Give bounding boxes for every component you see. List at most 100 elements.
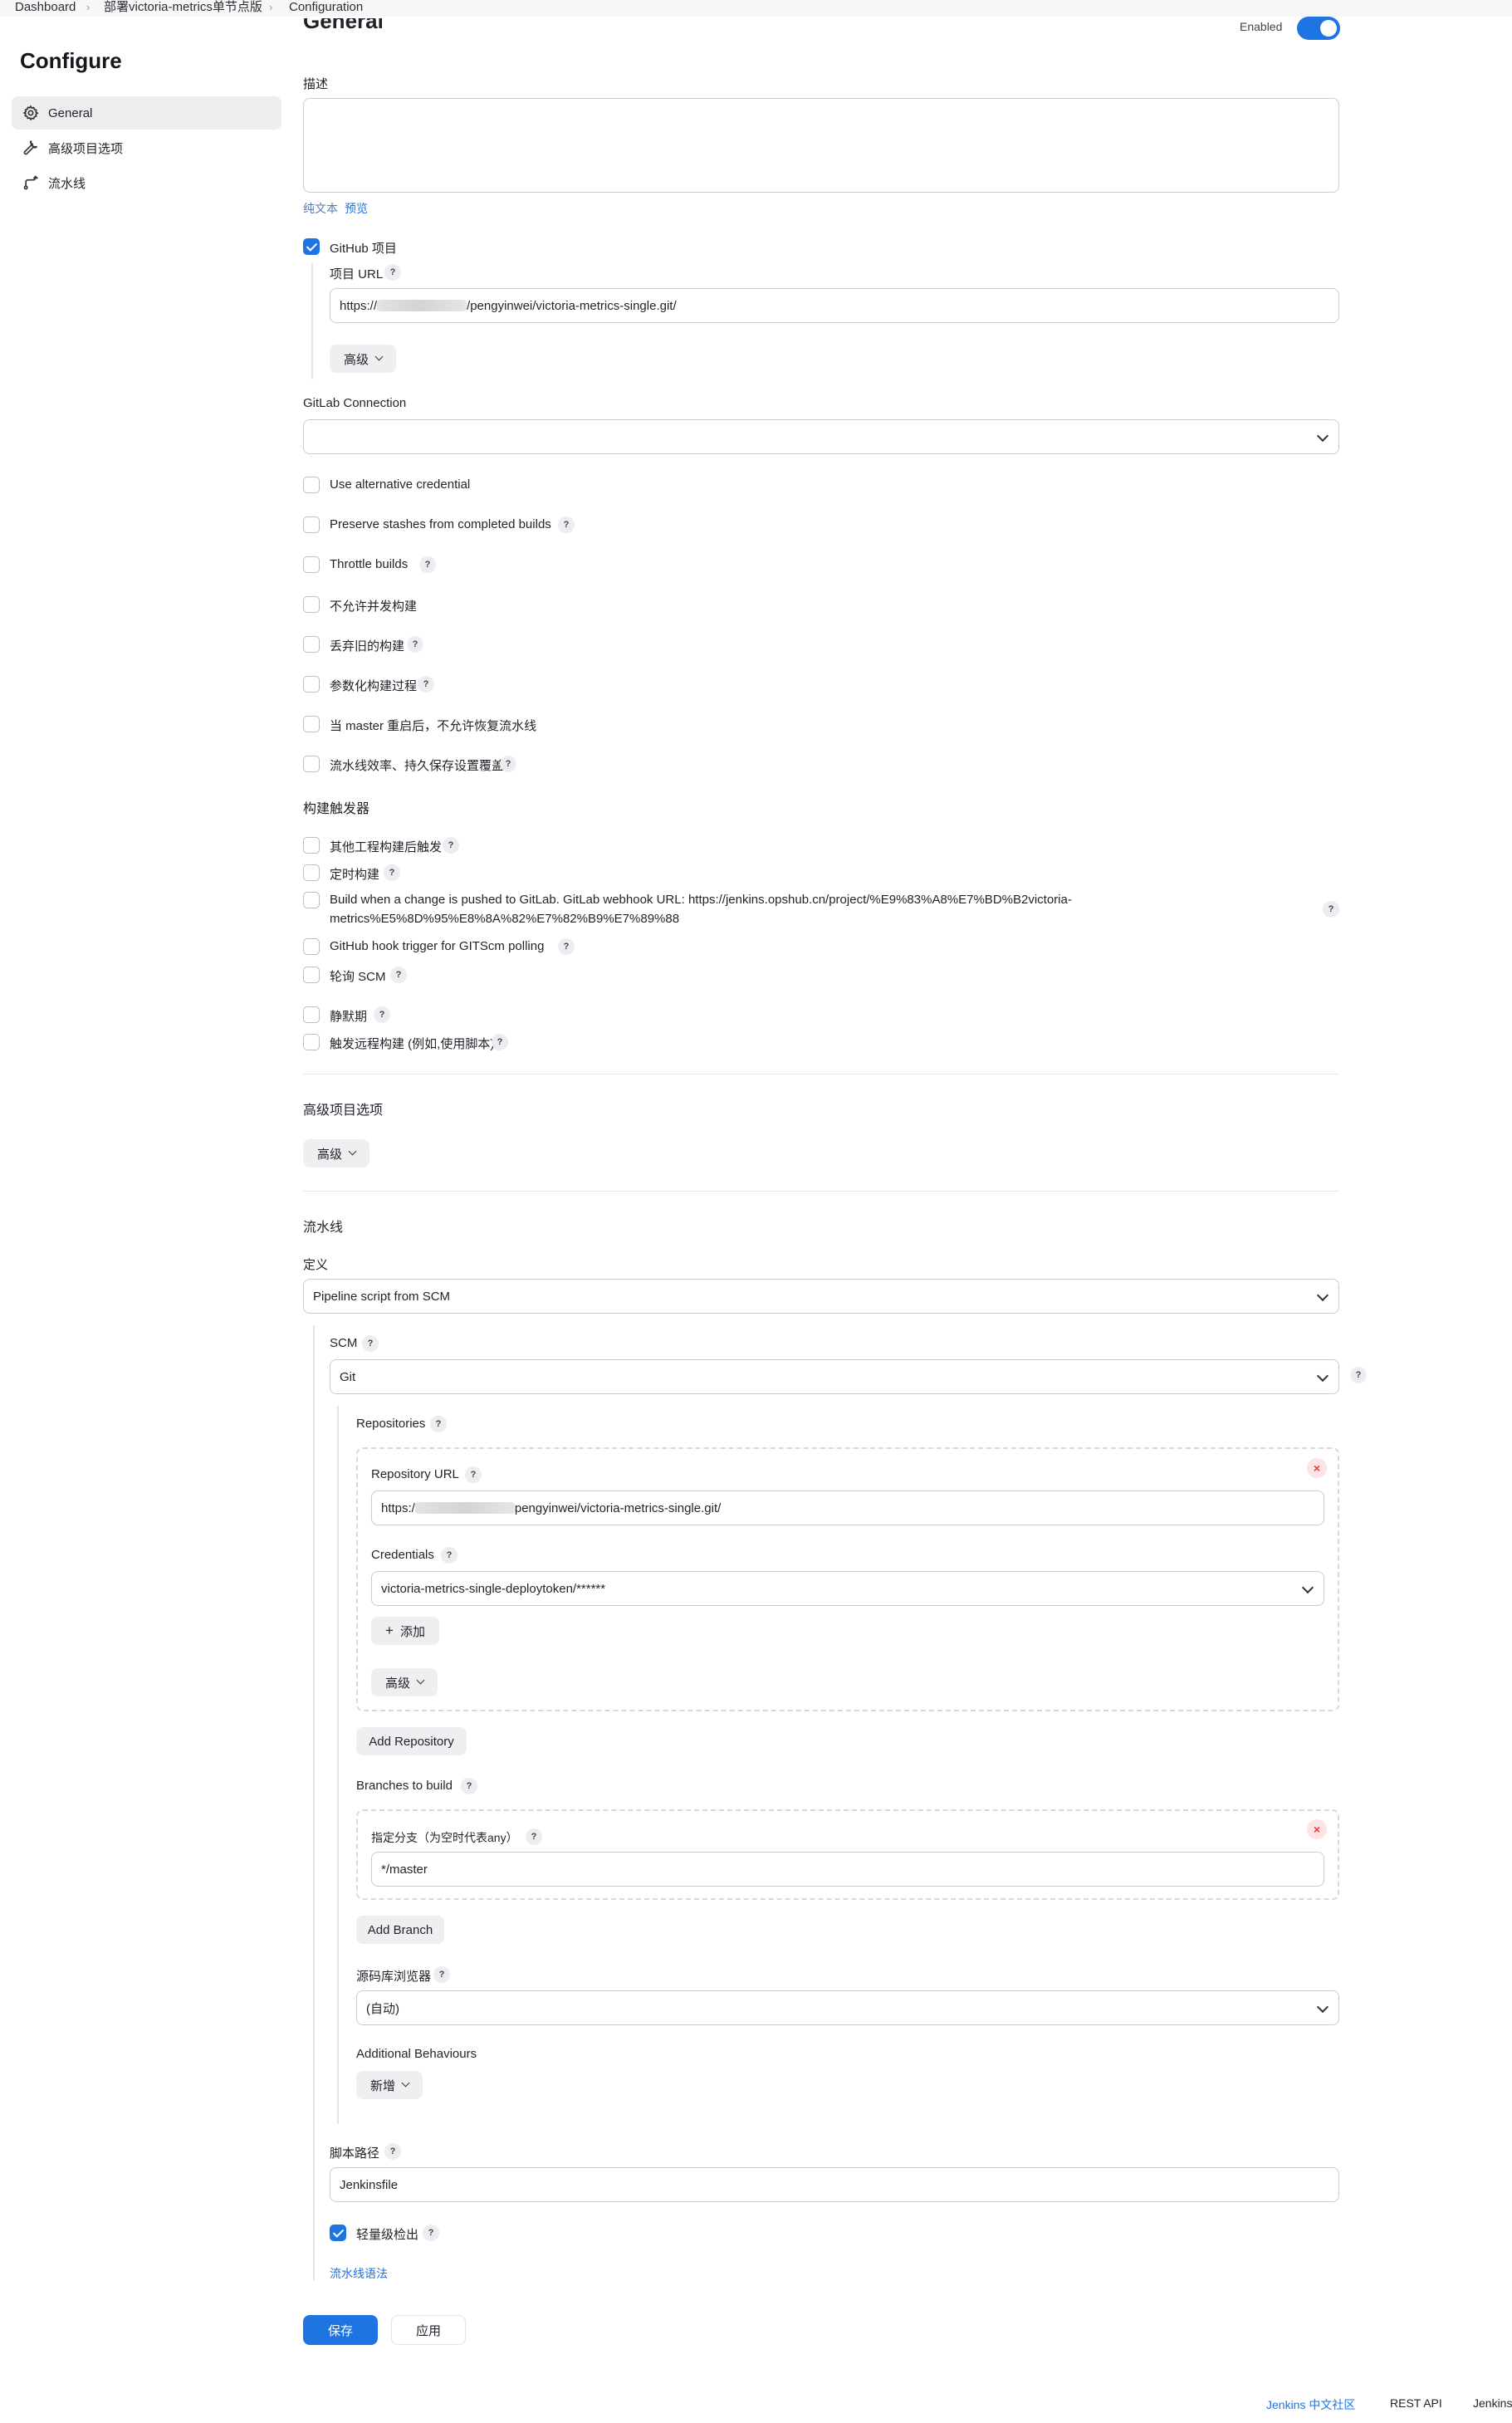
additional-behaviours-label: Additional Behaviours [356, 2047, 477, 2061]
sidebar-item-label: General [48, 105, 93, 120]
help-icon[interactable]: ? [423, 2225, 439, 2241]
script-path-label: 脚本路径 [330, 2146, 380, 2161]
definition-select[interactable]: Pipeline script from SCM [303, 1279, 1339, 1314]
delete-repository-icon[interactable]: × [1307, 1458, 1327, 1478]
footer-community-link[interactable]: Jenkins 中文社区 [1266, 2396, 1355, 2413]
help-icon[interactable]: ? [374, 1006, 390, 1023]
durability-override-checkbox[interactable] [303, 756, 320, 772]
disable-concurrent-builds-checkbox[interactable] [303, 596, 320, 613]
breadcrumb-configuration[interactable]: Configuration [289, 0, 363, 15]
help-icon[interactable]: ? [461, 1778, 477, 1794]
gitlab-connection-select[interactable] [303, 419, 1339, 454]
github-project-checkbox[interactable] [303, 238, 320, 255]
quiet-period-checkbox[interactable] [303, 1006, 320, 1023]
advanced-project-button[interactable]: 高级 [303, 1139, 369, 1167]
delete-branch-icon[interactable]: × [1307, 1819, 1327, 1839]
remote-trigger-checkbox[interactable] [303, 1034, 320, 1050]
help-icon[interactable]: ? [430, 1416, 447, 1432]
script-path-input[interactable]: Jenkinsfile [330, 2167, 1339, 2202]
project-url-suffix: /pengyinwei/victoria-metrics-single.git/ [467, 298, 677, 313]
plus-icon: + [385, 1623, 394, 1638]
option-label: 流水线效率、持久保存设置覆盖 [330, 759, 505, 773]
trigger-label: 触发远程构建 (例如,使用脚本) [330, 1037, 495, 1051]
option-label: Preserve stashes from completed builds [330, 517, 551, 531]
description-textarea[interactable] [303, 98, 1339, 193]
enabled-toggle[interactable] [1297, 17, 1340, 40]
credentials-select[interactable]: victoria-metrics-single-deploytoken/****… [371, 1571, 1324, 1606]
use-alternative-credential-checkbox[interactable] [303, 477, 320, 493]
breadcrumb-dashboard[interactable]: Dashboard [15, 0, 76, 15]
repo-browser-label: 源码库浏览器 [356, 1970, 432, 1984]
help-icon[interactable]: ? [492, 1034, 508, 1050]
help-icon[interactable]: ? [384, 864, 400, 881]
apply-button[interactable]: 应用 [391, 2315, 466, 2345]
discard-old-builds-checkbox[interactable] [303, 636, 320, 653]
repository-url-input[interactable]: https:/ pengyinwei/victoria-metrics-singl… [371, 1491, 1324, 1525]
help-icon[interactable]: ? [558, 516, 575, 533]
pipeline-syntax-link[interactable]: 流水线语法 [330, 2265, 388, 2282]
pipeline-icon [22, 174, 40, 192]
help-icon[interactable]: ? [433, 1966, 450, 1983]
repository-url-prefix: https:/ [381, 1500, 415, 1515]
credentials-label: Credentials [371, 1548, 434, 1562]
option-label: 丢弃旧的构建 [330, 639, 405, 653]
preserve-stashes-checkbox[interactable] [303, 516, 320, 533]
throttle-builds-checkbox[interactable] [303, 556, 320, 573]
footer-rest-api-link[interactable]: REST API [1390, 2396, 1442, 2410]
build-periodically-checkbox[interactable] [303, 864, 320, 881]
gitlab-push-trigger-checkbox[interactable] [303, 892, 320, 908]
no-resume-after-restart-checkbox[interactable] [303, 716, 320, 732]
branch-specifier-input[interactable]: */master [371, 1852, 1324, 1887]
repositories-label: Repositories [356, 1417, 426, 1431]
save-button[interactable]: 保存 [303, 2315, 378, 2345]
add-behaviour-button[interactable]: 新增 [356, 2071, 423, 2099]
help-icon[interactable]: ? [443, 837, 459, 854]
breadcrumb-job[interactable]: 部署victoria-metrics单节点版 [104, 0, 262, 15]
plain-text-link[interactable]: 纯文本 [303, 200, 338, 217]
definition-label: 定义 [303, 1258, 329, 1272]
poll-scm-checkbox[interactable] [303, 967, 320, 983]
help-icon[interactable]: ? [384, 2143, 401, 2160]
help-icon[interactable]: ? [418, 676, 434, 693]
help-icon[interactable]: ? [465, 1466, 482, 1483]
project-url-input[interactable]: https:// /pengyinwei/victoria-metrics-sin… [330, 288, 1339, 323]
add-branch-button[interactable]: Add Branch [356, 1916, 444, 1944]
help-icon[interactable]: ? [1350, 1367, 1367, 1383]
chevron-right-icon: › [86, 1, 91, 13]
sidebar-item-advanced[interactable]: 高级项目选项 [12, 131, 281, 164]
lightweight-checkout-checkbox[interactable] [330, 2225, 346, 2241]
gitlab-connection-label: GitLab Connection [303, 396, 407, 410]
chevron-right-icon: › [269, 1, 273, 13]
help-icon[interactable]: ? [384, 264, 401, 281]
github-hook-trigger-checkbox[interactable] [303, 938, 320, 955]
advanced-project-title: 高级项目选项 [303, 1104, 384, 1118]
project-url-prefix: https:// [340, 298, 378, 313]
add-credentials-button[interactable]: + 添加 [371, 1617, 439, 1645]
footer-version-link[interactable]: Jenkins [1473, 2396, 1512, 2410]
help-icon[interactable]: ? [419, 556, 436, 573]
help-icon[interactable]: ? [441, 1547, 458, 1564]
help-icon[interactable]: ? [1323, 901, 1339, 918]
help-icon[interactable]: ? [526, 1828, 542, 1845]
help-icon[interactable]: ? [362, 1335, 379, 1352]
preview-link[interactable]: 预览 [345, 200, 368, 217]
redacted-host [377, 300, 467, 311]
repo-browser-select[interactable]: (自动) [356, 1990, 1339, 2025]
wrench-icon [22, 139, 40, 157]
scm-select[interactable]: Git [330, 1359, 1339, 1394]
sidebar-item-pipeline[interactable]: 流水线 [12, 166, 281, 199]
help-icon[interactable]: ? [390, 967, 407, 983]
advanced-dropdown-button[interactable]: 高级 [330, 345, 396, 373]
enabled-label: Enabled [1240, 20, 1283, 33]
trigger-after-other-projects-checkbox[interactable] [303, 837, 320, 854]
option-label: 参数化构建过程 [330, 679, 418, 693]
trigger-label-continued: metrics%E5%8D%95%E8%8A%82%E7%82%B9%E7%89… [330, 912, 680, 926]
option-label: Throttle builds [330, 557, 409, 571]
add-repository-button[interactable]: Add Repository [356, 1727, 467, 1755]
help-icon[interactable]: ? [558, 938, 575, 955]
sidebar-item-general[interactable]: General [12, 96, 281, 130]
help-icon[interactable]: ? [407, 636, 423, 653]
help-icon[interactable]: ? [500, 756, 516, 772]
repository-advanced-button[interactable]: 高级 [371, 1668, 438, 1696]
parameterized-build-checkbox[interactable] [303, 676, 320, 693]
